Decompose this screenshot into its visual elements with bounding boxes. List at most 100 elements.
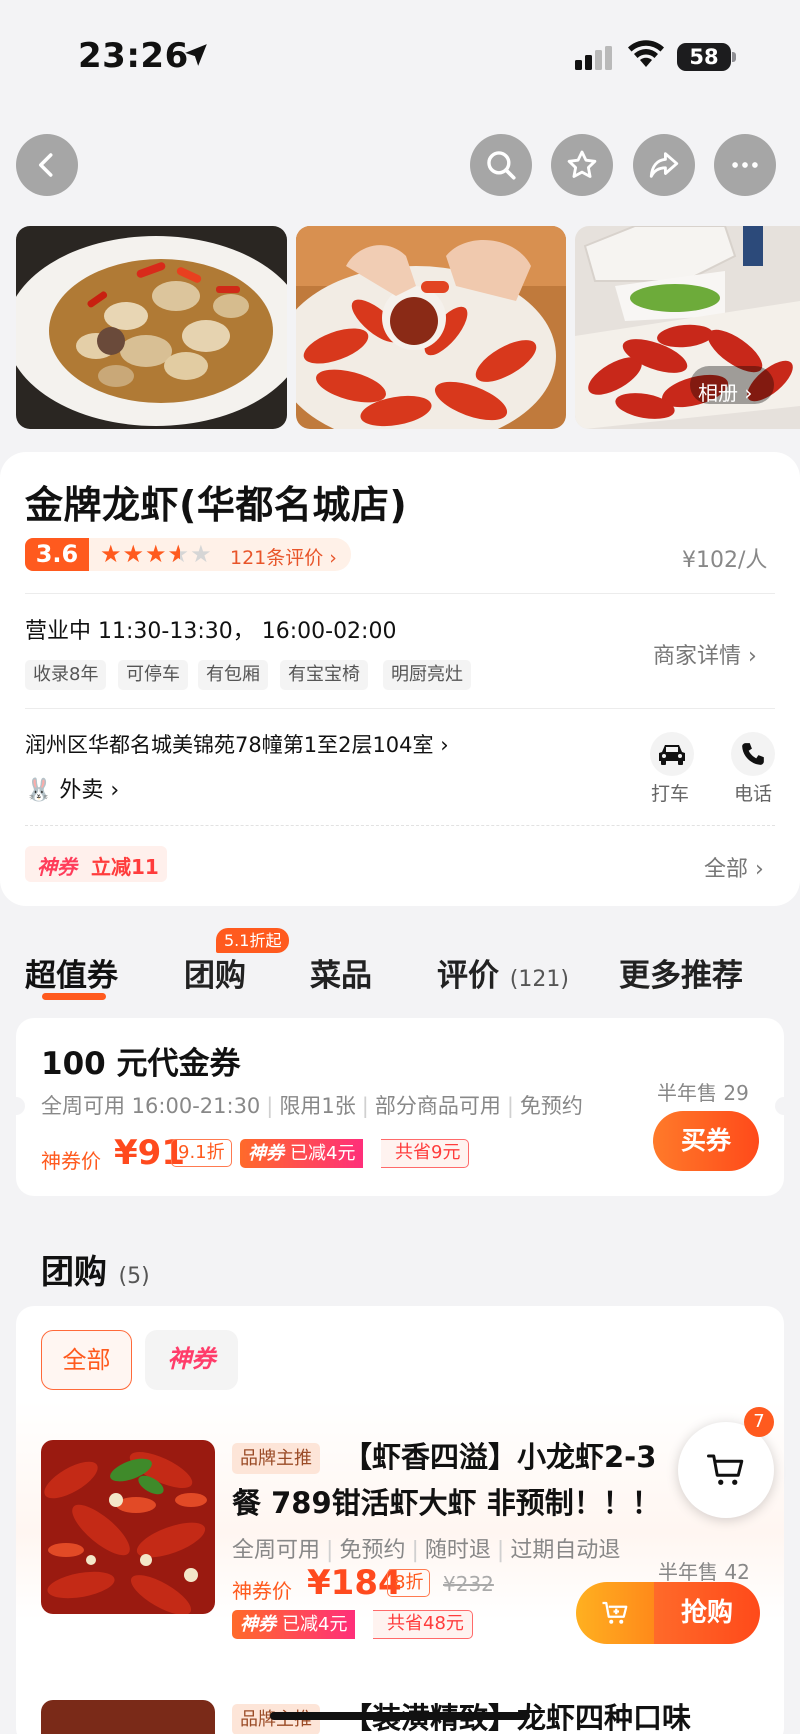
grab-deal-button[interactable]: 抢购: [654, 1582, 760, 1644]
filter-god-coupon-chip[interactable]: 神券: [145, 1330, 238, 1390]
coupon-brand: 神券: [37, 855, 77, 879]
crayfish-hands-image: [296, 226, 566, 429]
voucher-sold-count: 半年售 29: [657, 1081, 749, 1105]
voucher-god-coupon: 神券 已减4元: [240, 1139, 364, 1168]
platter-image: [575, 226, 800, 429]
more-button[interactable]: [714, 134, 776, 196]
takeout-rabbit-icon: 🐰: [25, 778, 53, 803]
star-outline-icon: [567, 150, 597, 178]
voucher-discount: 9.1折: [171, 1139, 232, 1167]
avg-price: ¥102/人: [682, 548, 768, 573]
review-count: 121条评价: [230, 547, 324, 569]
deal-title-line1[interactable]: 【虾香四溢】小龙虾2-3: [343, 1433, 656, 1481]
tab-value-vouchers[interactable]: 超值券: [25, 950, 118, 995]
deal-thumbnail[interactable]: [41, 1440, 215, 1614]
deal-original-price: ¥232: [443, 1572, 494, 1596]
filter-all-chip[interactable]: 全部: [41, 1330, 132, 1390]
taxi-button[interactable]: [650, 732, 694, 776]
buy-voucher-button[interactable]: 买券: [653, 1111, 759, 1171]
deal-term: 过期自动退: [510, 1538, 621, 1563]
back-button[interactable]: [16, 134, 78, 196]
deal-total-saved: 共省48元: [373, 1610, 473, 1639]
location-arrow-icon: [185, 44, 207, 66]
cellular-signal-icon: [575, 46, 612, 70]
brand-featured-tag: 品牌主推: [232, 1443, 320, 1474]
shop-tag: 可停车: [118, 660, 188, 690]
group-buy-section-title: 团购 (5): [41, 1245, 150, 1293]
takeout-label: 外卖: [59, 778, 104, 803]
search-icon: [487, 151, 516, 180]
shop-tag: 有宝宝椅: [280, 660, 368, 690]
dashed-divider: [25, 825, 775, 826]
share-button[interactable]: [633, 134, 695, 196]
deal-term: 全周可用: [232, 1538, 321, 1563]
battery-icon: 58: [677, 43, 731, 71]
active-tab-indicator: [42, 993, 106, 1000]
address-link[interactable]: 润州区华都名城美锦苑78幢第1至2层104室 ›: [25, 729, 449, 759]
more-dots-icon: [732, 162, 758, 168]
status-time: 23:26: [78, 36, 189, 76]
voucher-term: 限用1张: [279, 1094, 356, 1118]
deal-title-line2[interactable]: 餐 789钳活虾大虾 非预制！！！: [232, 1479, 661, 1527]
voucher-price-label: 神券价: [41, 1149, 101, 1173]
voucher-term: 部分商品可用: [374, 1094, 501, 1118]
chevron-right-icon: ›: [433, 733, 449, 757]
dish-photo-clams[interactable]: [16, 226, 287, 429]
clams-image: [16, 226, 287, 429]
phone-icon: [742, 743, 764, 765]
share-icon: [649, 152, 679, 178]
chevron-right-icon: ›: [744, 381, 753, 405]
favorite-button[interactable]: [551, 134, 613, 196]
deal-term: 随时退: [424, 1538, 491, 1563]
deal-god-coupon: 神券 已减4元: [232, 1610, 356, 1639]
tab-reviews-label: 评价: [437, 958, 499, 994]
takeout-link[interactable]: 🐰 外卖 ›: [25, 772, 119, 804]
shop-tag: 明厨亮灶: [383, 660, 471, 690]
card-notch: [7, 1097, 25, 1115]
deal-discount: 8折: [387, 1569, 431, 1597]
shop-address: 润州区华都名城美锦苑78幢第1至2层104室: [25, 733, 434, 757]
chevron-right-icon: ›: [323, 547, 337, 569]
shop-name: 金牌龙虾(华都名城店): [25, 483, 408, 527]
god-coupon-reduced: 已减4元: [290, 1143, 356, 1164]
tab-dishes[interactable]: 菜品: [310, 950, 372, 995]
chevron-left-icon: [39, 153, 53, 177]
chevron-right-icon: ›: [103, 778, 120, 803]
tab-more-recommendations[interactable]: 更多推荐: [619, 950, 743, 995]
god-coupon-label: 神券: [240, 1614, 276, 1635]
deal-term: 免预约: [339, 1538, 406, 1563]
business-hours: 营业中 11:30-13:30， 16:00-02:00: [25, 619, 397, 644]
dish-photo-crayfish-hands[interactable]: [296, 226, 566, 429]
phone-button[interactable]: [731, 732, 775, 776]
shop-detail-screen: 23:26 58 相册 › 金牌龙虾(华都名城店) 3.6 ★★★★ ★ ★ 1…: [0, 0, 800, 1734]
battery-tip: [732, 52, 736, 62]
tab-reviews-count: (121): [509, 967, 569, 992]
search-button[interactable]: [470, 134, 532, 196]
merchant-details-label: 商家详情: [653, 644, 742, 669]
cart-plus-icon: [602, 1601, 628, 1624]
divider: [25, 593, 775, 594]
deal-thumbnail[interactable]: [41, 1700, 215, 1734]
tab-reviews[interactable]: 评价 (121): [437, 950, 569, 995]
review-count-link[interactable]: 121条评价 ›: [230, 543, 337, 570]
rating-stars-icon: ★★★★ ★ ★: [100, 540, 213, 568]
rating-score: 3.6: [25, 538, 89, 571]
wifi-icon: [628, 40, 664, 67]
taxi-label: 打车: [651, 783, 690, 805]
god-coupon-label: 神券: [248, 1143, 284, 1164]
tab-group-buy[interactable]: 团购: [184, 950, 246, 995]
dish-photo-platter[interactable]: [575, 226, 800, 429]
merchant-details-link[interactable]: 商家详情 ›: [653, 638, 757, 670]
divider: [25, 708, 775, 709]
album-link[interactable]: 相册 ›: [698, 377, 752, 406]
card-notch: [775, 1097, 793, 1115]
deal-sold-count: 半年售 42: [658, 1560, 750, 1584]
group-buy-title: 团购: [41, 1252, 107, 1291]
phone-label: 电话: [734, 783, 773, 805]
add-to-cart-button[interactable]: [576, 1582, 654, 1644]
all-coupons-link[interactable]: 全部 ›: [704, 851, 764, 883]
all-label: 全部: [704, 857, 749, 882]
album-label: 相册: [698, 381, 738, 405]
coupon-offer: 立减11: [91, 855, 159, 879]
voucher-terms: 全周可用 16:00-21:30 | 限用1张 | 部分商品可用 | 免预约: [41, 1094, 583, 1118]
